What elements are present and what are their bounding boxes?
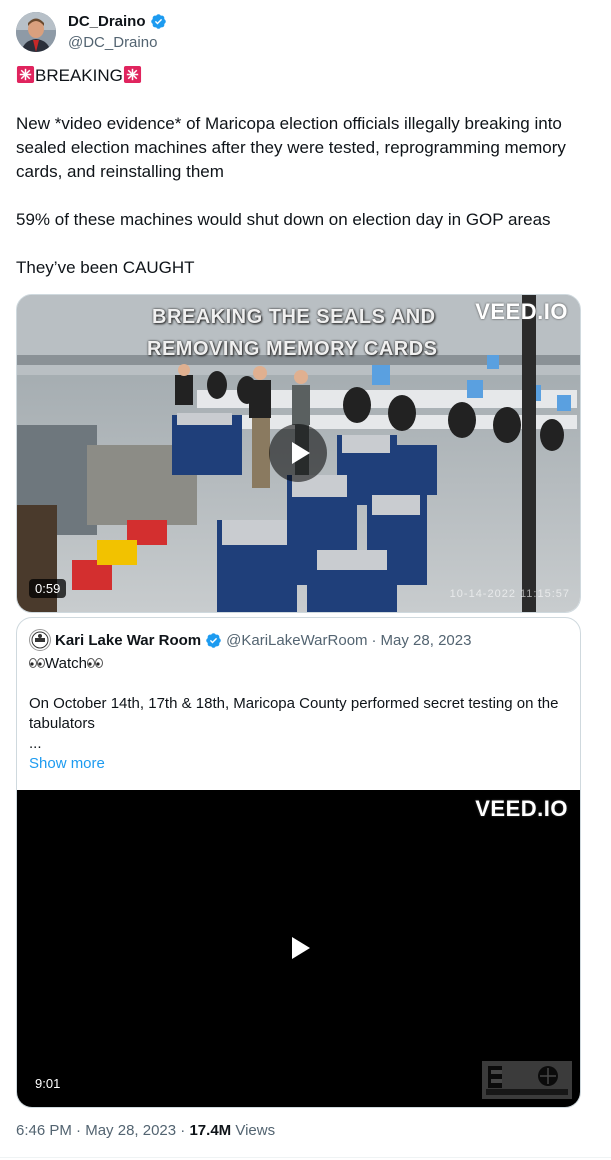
- quoted-author-avatar: [29, 629, 51, 651]
- quoted-tweet-body: Watch On October 14th, 17th & 18th, Mari…: [29, 654, 565, 774]
- verified-badge-icon: [206, 632, 221, 648]
- quoted-watch-line: Watch: [29, 654, 565, 674]
- quoted-paragraph: On October 14th, 17th & 18th, Maricopa C…: [29, 695, 559, 732]
- view-count: 17.4M: [189, 1122, 232, 1139]
- tweet-header: DC_Draino @DC_Draino: [16, 12, 576, 56]
- tweet-paragraph-3: They’ve been CAUGHT: [16, 258, 195, 277]
- veed-watermark: VEED.IO: [475, 796, 568, 821]
- play-icon[interactable]: [269, 919, 327, 977]
- verified-badge-icon: [150, 14, 166, 29]
- post-date[interactable]: May 28, 2023: [85, 1122, 176, 1139]
- quoted-video-player[interactable]: VEED.IO 9:01: [17, 790, 580, 1107]
- quoted-watch-text: Watch: [45, 655, 87, 672]
- siren-icon: [123, 65, 141, 84]
- tweet-paragraph-1: New *video evidence* of Maricopa electio…: [16, 114, 566, 181]
- show-more-link[interactable]: Show more: [29, 754, 565, 774]
- video-caption-line-1: BREAKING THE SEALS AND: [152, 306, 436, 328]
- meta-separator: ·: [76, 1122, 82, 1139]
- play-icon[interactable]: [269, 424, 327, 482]
- views-label: Views: [235, 1122, 276, 1139]
- headline-text: BREAKING: [35, 66, 123, 85]
- siren-icon: [16, 65, 35, 84]
- tweet-body: BREAKING New *video evidence* of Maricop…: [16, 64, 576, 280]
- quoted-tweet[interactable]: Kari Lake War Room @KariLakeWarRoom · Ma…: [16, 617, 581, 1108]
- eyes-icon: [29, 658, 45, 668]
- tweet-footer: 6:46 PM · May 28, 2023 · 17.4M Views: [16, 1122, 275, 1139]
- video-player[interactable]: BREAKING THE SEALS AND REMOVING MEMORY C…: [16, 294, 581, 613]
- headline-line: BREAKING: [16, 64, 576, 88]
- post-time[interactable]: 6:46 PM: [16, 1122, 72, 1139]
- quoted-date: May 28, 2023: [380, 631, 472, 649]
- veed-watermark: VEED.IO: [475, 299, 568, 324]
- video-caption-line-2: REMOVING MEMORY CARDS: [147, 338, 438, 360]
- meta-separator: ·: [371, 631, 377, 649]
- eyes-icon: [86, 658, 103, 668]
- author-handle[interactable]: @DC_Draino: [68, 34, 157, 51]
- author-avatar[interactable]: [16, 12, 56, 52]
- quoted-ellipsis: ...: [29, 735, 42, 752]
- quoted-author-name: Kari Lake War Room: [55, 631, 202, 649]
- video-duration: 0:59: [29, 579, 67, 598]
- tweet-paragraph-2: 59% of these machines would shut down on…: [16, 210, 551, 229]
- election-oversight-logo: [482, 1061, 572, 1099]
- author-name[interactable]: DC_Draino: [68, 13, 146, 30]
- divider: [0, 1157, 611, 1158]
- meta-separator: ·: [180, 1122, 186, 1139]
- video-overlay-timestamp: 10-14-2022 11:15:57: [449, 588, 570, 600]
- quoted-author-handle: @KariLakeWarRoom: [226, 631, 368, 649]
- quoted-video-duration: 9:01: [29, 1074, 67, 1093]
- quoted-tweet-header: Kari Lake War Room @KariLakeWarRoom · Ma…: [29, 629, 471, 651]
